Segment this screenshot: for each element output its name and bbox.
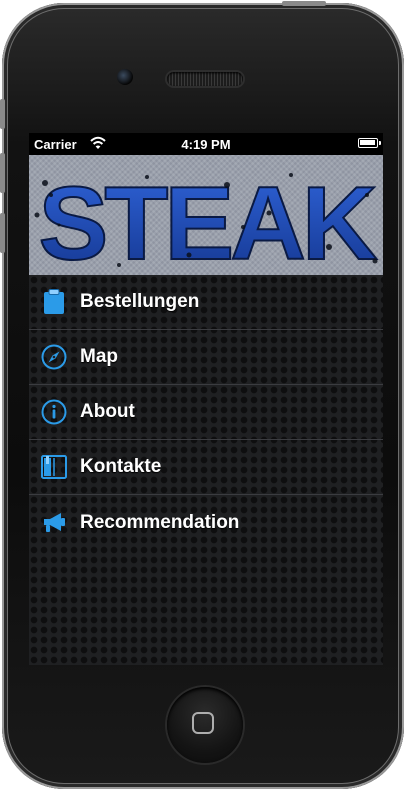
menu-item-about[interactable]: About (29, 385, 383, 440)
menu-item-label: About (80, 401, 135, 422)
main-menu: Bestellungen Map About Kontakte Recommen… (29, 275, 383, 665)
address-book-icon (41, 454, 67, 480)
steak-logo: STEAK (34, 165, 382, 275)
volume-down-button[interactable] (0, 213, 5, 253)
app-screen: Carrier 4:19 PM STEAK Bestellungen Map A… (29, 133, 383, 665)
menu-item-bestellungen[interactable]: Bestellungen (29, 275, 383, 330)
clipboard-icon (41, 289, 67, 315)
mute-switch[interactable] (0, 99, 5, 129)
home-button[interactable] (167, 687, 243, 763)
status-bar: Carrier 4:19 PM (29, 133, 383, 155)
battery-icon (358, 138, 381, 148)
volume-up-button[interactable] (0, 153, 5, 193)
steak-banner: STEAK (29, 155, 383, 275)
home-square-icon (192, 712, 214, 734)
phone-frame: Carrier 4:19 PM STEAK Bestellungen Map A… (0, 1, 404, 789)
menu-item-map[interactable]: Map (29, 330, 383, 385)
front-camera (117, 69, 133, 85)
menu-item-kontakte[interactable]: Kontakte (29, 440, 383, 495)
menu-item-recommendation[interactable]: Recommendation (29, 495, 383, 550)
earpiece-speaker (167, 72, 243, 86)
megaphone-icon (41, 510, 67, 536)
menu-item-label: Kontakte (80, 456, 162, 477)
info-icon (41, 399, 67, 425)
menu-item-label: Recommendation (80, 511, 240, 533)
menu-item-label: Map (80, 346, 118, 367)
menu-item-label: Bestellungen (80, 291, 200, 312)
status-time: 4:19 PM (181, 137, 231, 152)
compass-icon (41, 344, 67, 370)
logo-wordmark: STEAK (39, 166, 378, 275)
sleep-button[interactable] (282, 1, 326, 6)
